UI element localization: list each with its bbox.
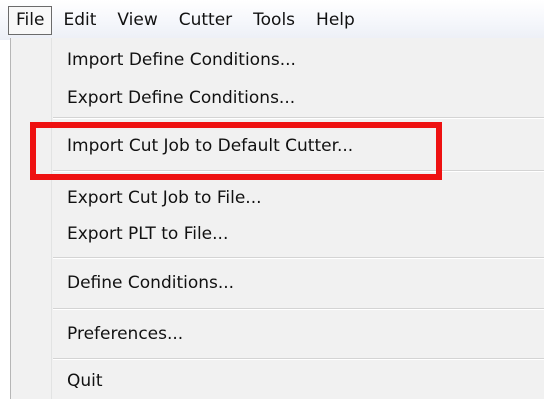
- menu-separator: [53, 358, 544, 360]
- menu-view[interactable]: View: [107, 6, 167, 35]
- menu-item-quit[interactable]: Quit: [67, 369, 103, 393]
- menu-item-define-conditions[interactable]: Define Conditions...: [67, 271, 234, 295]
- menu-icon-gutter: [11, 38, 52, 399]
- menu-tools[interactable]: Tools: [243, 6, 305, 35]
- menu-item-export-cut-job-to-file[interactable]: Export Cut Job to File...: [67, 186, 262, 210]
- menu-item-import-define-conditions[interactable]: Import Define Conditions...: [67, 48, 296, 72]
- menu-item-preferences[interactable]: Preferences...: [67, 322, 183, 346]
- menu-separator: [53, 257, 544, 259]
- menu-item-export-plt-to-file[interactable]: Export PLT to File...: [67, 222, 228, 246]
- menu-help[interactable]: Help: [306, 6, 365, 35]
- menu-bar: File Edit View Cutter Tools Help: [0, 0, 544, 40]
- menu-file[interactable]: File: [8, 5, 53, 35]
- menu-item-export-define-conditions[interactable]: Export Define Conditions...: [67, 86, 295, 110]
- screenshot: File Edit View Cutter Tools Help Import …: [0, 0, 544, 399]
- menu-cutter[interactable]: Cutter: [169, 6, 242, 35]
- menu-edit[interactable]: Edit: [53, 6, 106, 35]
- red-highlight-box: [30, 122, 442, 180]
- file-dropdown-menu: Import Define Conditions... Export Defin…: [10, 38, 544, 399]
- menu-separator: [53, 117, 544, 119]
- menu-separator: [53, 308, 544, 310]
